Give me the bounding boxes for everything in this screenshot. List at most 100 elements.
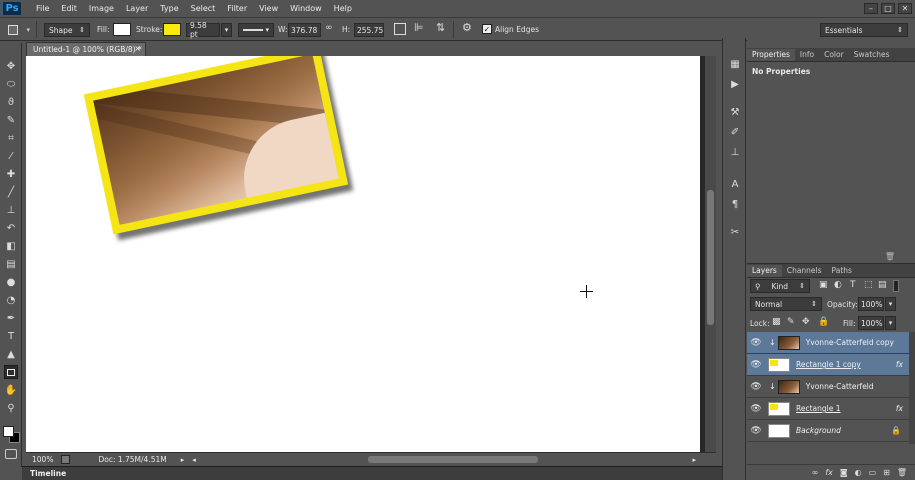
type-filter-icon[interactable]: T [850,280,856,290]
horizontal-scroll-thumb[interactable] [368,456,538,463]
path-operations-icon[interactable] [394,23,406,35]
menu-window[interactable]: Window [284,4,328,13]
character-panel-icon[interactable]: A [727,176,743,192]
menu-file[interactable]: File [30,4,55,13]
new-layer-icon[interactable]: ⊞ [883,468,890,477]
eyedropper-tool-icon[interactable]: ⁄ [4,149,18,163]
lock-image-icon[interactable]: ✎ [787,317,795,327]
type-tool-icon[interactable]: T [4,329,18,343]
stroke-width-dropdown[interactable]: ▾ [221,23,232,37]
menu-filter[interactable]: Filter [221,4,253,13]
tool-presets-panel-icon[interactable]: ✂ [727,224,743,240]
menu-layer[interactable]: Layer [120,4,154,13]
actions-panel-icon[interactable]: ▶ [727,76,743,92]
close-icon[interactable]: × [134,44,141,53]
blend-mode-select[interactable]: Normal ⇕ [750,297,822,311]
menu-view[interactable]: View [253,4,284,13]
lock-position-icon[interactable]: ✥ [802,317,810,327]
trash-icon[interactable]: 🗑 [885,252,895,261]
align-edges-checkbox[interactable]: ✓ [482,24,492,34]
paragraph-panel-icon[interactable]: ¶ [727,196,743,212]
stroke-type-select[interactable]: ▾ [238,23,274,37]
add-mask-icon[interactable]: ◙ [840,468,848,477]
lock-all-icon[interactable]: 🔒 [818,317,829,327]
history-panel-icon[interactable]: ▦ [727,56,743,72]
gear-icon[interactable]: ⚙ [462,21,472,34]
path-arrangement-icon[interactable]: ⇅ [436,21,445,34]
opacity-input[interactable]: 100% [858,297,884,311]
vertical-scroll-thumb[interactable] [707,190,714,325]
history-brush-tool-icon[interactable]: ↶ [4,221,18,235]
layer-row[interactable]: 👁 ↓ Yvonne-Catterfeld [747,376,909,398]
blur-tool-icon[interactable]: ● [4,275,18,289]
menu-help[interactable]: Help [328,4,358,13]
eye-icon[interactable]: 👁 [747,338,765,348]
status-icon[interactable] [61,455,71,464]
shape-filter-icon[interactable]: ⬚ [864,280,873,290]
dodge-tool-icon[interactable]: ◔ [4,293,18,307]
new-adjustment-icon[interactable]: ◐ [855,468,862,477]
gradient-tool-icon[interactable]: ▤ [4,257,18,271]
tab-channels[interactable]: Channels [782,265,827,277]
layer-name[interactable]: Yvonne-Catterfeld [806,382,874,391]
document-tab[interactable]: Untitled-1 @ 100% (RGB/8) * × [26,42,146,56]
new-group-icon[interactable]: ▭ [869,468,877,477]
document-canvas[interactable] [26,56,700,452]
menu-edit[interactable]: Edit [55,4,83,13]
eye-icon[interactable]: 👁 [747,426,765,436]
foreground-color-swatch[interactable] [3,426,14,437]
fill-swatch[interactable] [113,23,131,36]
pen-tool-icon[interactable]: ✒ [4,311,18,325]
clone-stamp-tool-icon[interactable]: ⊥ [4,203,18,217]
rectangle-tool-icon[interactable] [4,365,18,379]
stroke-swatch[interactable] [163,23,181,36]
trash-icon[interactable]: 🗑 [897,468,907,477]
healing-brush-tool-icon[interactable]: ✚ [4,167,18,181]
tab-info[interactable]: Info [795,49,819,61]
crop-tool-icon[interactable]: ⌗ [4,131,18,145]
scroll-right-icon[interactable]: ▸ [692,456,696,464]
fx-icon[interactable]: fx [896,404,903,413]
tab-color[interactable]: Color [819,49,849,61]
menu-type[interactable]: Type [154,4,184,13]
fx-icon[interactable]: fx [896,360,903,369]
link-icon[interactable]: ∞ [325,23,333,33]
layer-name[interactable]: Rectangle 1 [796,404,841,413]
maximize-button[interactable]: □ [881,3,895,14]
adjustment-filter-icon[interactable]: ◐ [834,280,842,290]
move-tool-icon[interactable]: ✥ [4,59,18,73]
eraser-tool-icon[interactable]: ◧ [4,239,18,253]
zoom-level[interactable]: 100% [32,455,53,464]
layer-row[interactable]: 👁 Rectangle 1 copy fx [747,354,909,376]
width-input[interactable]: 376.78 [288,23,321,37]
brush-tool-icon[interactable]: ╱ [4,185,18,199]
menu-image[interactable]: Image [83,4,120,13]
fill-input[interactable]: 100% [858,316,884,330]
tool-preset-icon[interactable]: ▾ [8,23,30,37]
fill-dropdown[interactable]: ▾ [885,316,896,330]
layer-name[interactable]: Yvonne-Catterfeld copy [806,338,894,347]
tab-paths[interactable]: Paths [827,265,857,277]
scroll-left-icon[interactable]: ◂ [192,456,196,464]
eye-icon[interactable]: 👁 [747,382,765,392]
layer-row[interactable]: 👁 Background 🔒 [747,420,909,442]
height-input[interactable]: 255.75 [354,23,384,37]
tab-swatches[interactable]: Swatches [849,49,895,61]
layer-row[interactable]: 👁 ↓ Yvonne-Catterfeld copy [747,332,909,354]
stroke-width-input[interactable]: 9.58 pt [186,21,220,39]
lasso-tool-icon[interactable]: ϑ [4,95,18,109]
timeline-panel[interactable]: Timeline [22,466,722,480]
eye-icon[interactable]: 👁 [747,360,765,370]
adjustments-panel-icon[interactable]: ⚒ [727,104,743,120]
tab-layers[interactable]: Layers [747,265,782,277]
layer-row[interactable]: 👁 Rectangle 1 fx [747,398,909,420]
close-button[interactable]: ✕ [898,3,912,14]
shape-mode-select[interactable]: Shape ⇕ [44,23,90,37]
path-alignment-icon[interactable]: ⊫ [414,21,424,34]
filter-toggle[interactable] [893,280,899,292]
status-menu-icon[interactable]: ▸ [181,456,185,464]
smart-object-filter-icon[interactable]: ▤ [878,280,887,290]
link-layers-icon[interactable]: ∞ [812,468,819,477]
layer-name[interactable]: Rectangle 1 copy [796,360,861,369]
eye-icon[interactable]: 👁 [747,404,765,414]
